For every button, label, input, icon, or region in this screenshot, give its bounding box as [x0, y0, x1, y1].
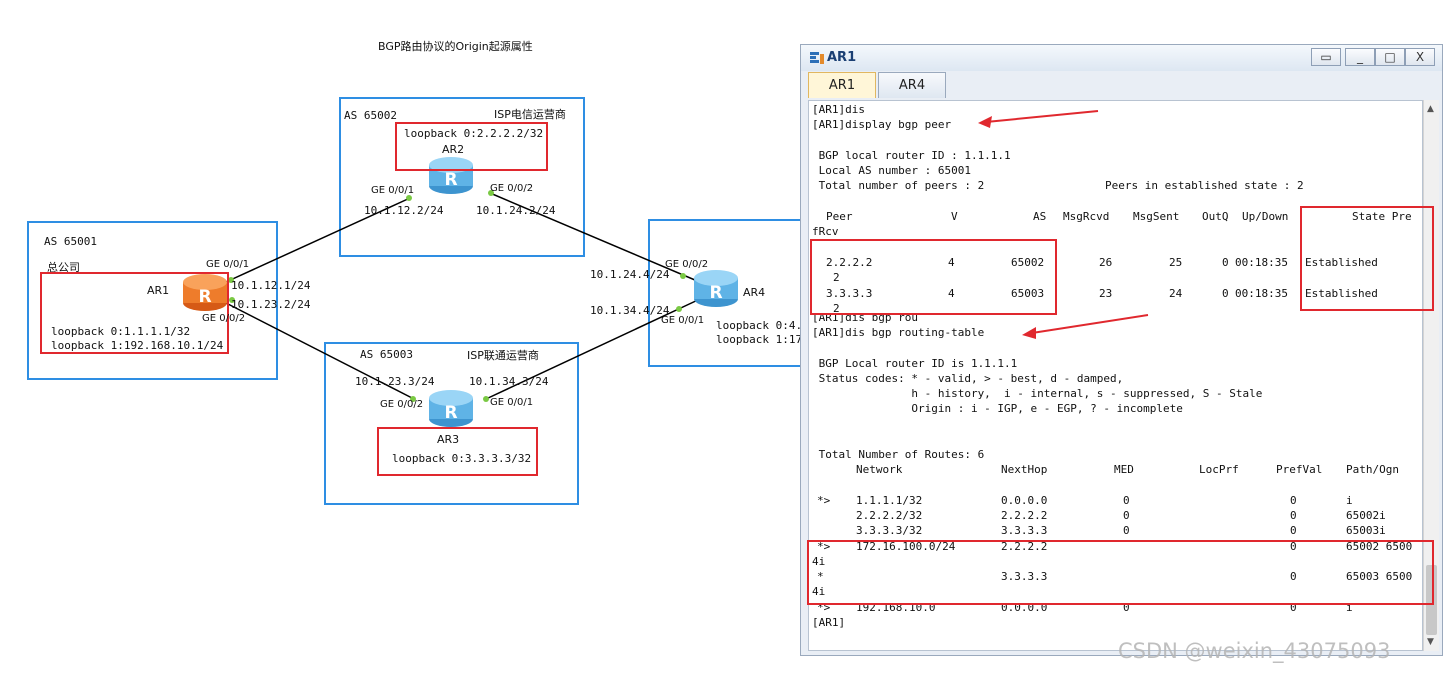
- peer-col-updown: Up/Down: [1242, 210, 1289, 223]
- route-network: 3.3.3.3/32: [856, 524, 923, 537]
- maximize-button[interactable]: □: [1375, 48, 1405, 66]
- ar1-port-ge2: GE 0/0/2: [202, 313, 246, 324]
- arrow-line: [1031, 314, 1149, 334]
- window-title: AR1: [827, 50, 857, 65]
- route-network: 1.1.1.1/32: [856, 494, 923, 507]
- ar4-loopback0: loopback 0:4.: [716, 319, 803, 332]
- peer-updown: 00:18:35: [1235, 287, 1288, 300]
- router-ar4-icon[interactable]: R: [693, 268, 739, 308]
- peer-col-wrap: fRcv: [812, 225, 839, 238]
- peer-outq: 0: [1222, 287, 1229, 300]
- route-flag: *>: [817, 494, 831, 507]
- rt-col-locprf: LocPrf: [1199, 463, 1239, 476]
- state-highlight: [1300, 206, 1434, 311]
- route-network: 2.2.2.2/32: [856, 509, 923, 522]
- peer-col-outq: OutQ: [1202, 210, 1229, 223]
- ar2-port-ge1: GE 0/0/1: [371, 185, 415, 196]
- arrow-line: [985, 110, 1099, 123]
- svg-text:R: R: [444, 170, 457, 190]
- ar1-ip1: 10.1.12.1/24: [231, 279, 311, 292]
- ar3-name: AR3: [437, 433, 460, 446]
- rt-status-line: Origin : i - IGP, e - EGP, ? - incomplet…: [812, 402, 1183, 415]
- ar4-ip2: 10.1.34.4/24: [590, 304, 670, 317]
- close-button[interactable]: X: [1405, 48, 1435, 66]
- route-med: 0: [1123, 524, 1130, 537]
- ar1-loopback0: loopback 0:1.1.1.1/32: [51, 325, 191, 338]
- port-dot: [676, 306, 682, 312]
- rt-col-path: Path/Ogn: [1346, 463, 1399, 476]
- app-icon: [810, 52, 824, 64]
- ar4-name: AR4: [743, 286, 766, 299]
- route-prefval: 0: [1290, 494, 1297, 507]
- rt-router-id: BGP Local router ID is 1.1.1.1: [812, 357, 1018, 370]
- cmd-line: [AR1]display bgp peer: [812, 118, 952, 131]
- peer-total: Total number of peers : 2: [812, 179, 985, 192]
- peer-col-peer: Peer: [826, 210, 853, 223]
- arrow-head: [1022, 327, 1036, 339]
- peer-sent: 25: [1169, 256, 1183, 269]
- peer-col-v: V: [951, 210, 958, 223]
- route-path: i: [1346, 494, 1353, 507]
- route-nexthop: 3.3.3.3: [1001, 524, 1048, 537]
- ar3-ip2: 10.1.34.3/24: [469, 375, 549, 388]
- ar3-port-ge1: GE 0/0/1: [490, 397, 534, 408]
- route-path: 65002i: [1346, 509, 1386, 522]
- tab-ar4[interactable]: AR4: [878, 72, 946, 98]
- port-dot: [483, 396, 489, 402]
- arrow-head: [978, 116, 992, 128]
- svg-text:R: R: [709, 283, 722, 303]
- ar1-port-ge1: GE 0/0/1: [206, 259, 250, 270]
- route-path: 65003i: [1346, 524, 1386, 537]
- peer-local-as: Local AS number : 65001: [812, 164, 971, 177]
- router-ar3-icon[interactable]: R: [428, 388, 474, 428]
- ar4-loopback1: loopback 1:17: [716, 333, 803, 346]
- ar1-loopback1: loopback 1:192.168.10.1/24: [51, 339, 224, 352]
- route-prefval: 0: [1290, 509, 1297, 522]
- svg-text:R: R: [444, 403, 457, 423]
- watermark: CSDN @weixin_43075093: [1118, 639, 1391, 663]
- peer-sent: 24: [1169, 287, 1183, 300]
- ar4-port-ge2: GE 0/0/2: [665, 259, 709, 270]
- rt-status-line: h - history, i - internal, s - suppresse…: [812, 387, 1263, 400]
- port-dot: [680, 273, 686, 279]
- ar4-ip1: 10.1.24.4/24: [590, 268, 670, 281]
- ar3-port-ge2: GE 0/0/2: [380, 399, 424, 410]
- route-med: 0: [1123, 509, 1130, 522]
- rt-total: Total Number of Routes: 6: [812, 448, 985, 461]
- rt-col-nexthop: NextHop: [1001, 463, 1048, 476]
- route-nexthop: 0.0.0.0: [1001, 494, 1048, 507]
- route-med: 0: [1123, 494, 1130, 507]
- ar3-loopback0: loopback 0:3.3.3.3/32: [392, 452, 532, 465]
- cmd-line: [AR1]dis bgp routing-table: [812, 326, 985, 339]
- rt-col-prefval: PrefVal: [1276, 463, 1323, 476]
- restore-small-button[interactable]: ▭: [1311, 48, 1341, 66]
- tab-ar1[interactable]: AR1: [808, 72, 876, 98]
- ar1-name: AR1: [147, 284, 170, 297]
- annotation-arrows: [978, 110, 1149, 339]
- ar2-ip2: 10.1.24.2/24: [476, 204, 556, 217]
- scroll-down-icon[interactable]: ▼: [1427, 637, 1434, 647]
- ar2-loopback0: loopback 0:2.2.2.2/32: [404, 127, 544, 140]
- route-nexthop: 2.2.2.2: [1001, 509, 1048, 522]
- route-prefval: 0: [1290, 524, 1297, 537]
- peer-outq: 0: [1222, 256, 1229, 269]
- scroll-up-icon[interactable]: ▲: [1427, 104, 1434, 114]
- ar2-port-ge2: GE 0/0/2: [490, 183, 534, 194]
- ar1-ip2: 10.1.23.2/24: [231, 298, 311, 311]
- ar4-port-ge1: GE 0/0/1: [661, 315, 705, 326]
- cmd-line: [AR1]dis: [812, 103, 865, 116]
- rt-col-med: MED: [1114, 463, 1134, 476]
- ar3-ip1: 10.1.23.3/24: [355, 375, 435, 388]
- cmd-prompt: [AR1]: [812, 616, 846, 629]
- ar2-name: AR2: [442, 143, 465, 156]
- window-titlebar[interactable]: AR1 ▭ _ □ X: [801, 45, 1442, 71]
- routes-172-highlight: [807, 540, 1434, 605]
- minimize-button[interactable]: _: [1345, 48, 1375, 66]
- rt-status-line: Status codes: * - valid, > - best, d - d…: [812, 372, 1124, 385]
- ar2-ip1: 10.1.12.2/24: [364, 204, 444, 217]
- peer-updown: 00:18:35: [1235, 256, 1288, 269]
- rt-col-network: Network: [856, 463, 903, 476]
